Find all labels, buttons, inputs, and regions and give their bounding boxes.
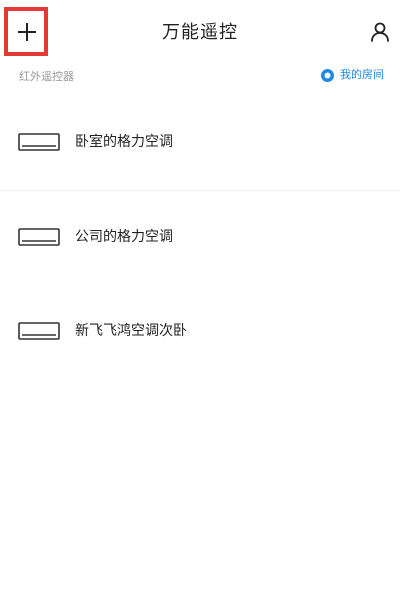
device-item[interactable]: 公司的格力空调 — [0, 191, 400, 285]
my-room-label: 我的房间 — [340, 68, 384, 81]
device-name: 公司的格力空调 — [75, 229, 173, 245]
top-bar: 万能遥控 — [0, 0, 400, 64]
air-conditioner-icon — [18, 228, 60, 246]
room-icon — [320, 68, 335, 83]
device-item[interactable]: 卧室的格力空调 — [0, 96, 400, 190]
air-conditioner-icon — [18, 322, 60, 340]
device-item[interactable]: 新飞飞鸿空调次卧 — [0, 285, 400, 379]
device-name: 新飞飞鸿空调次卧 — [75, 323, 187, 339]
air-conditioner-icon — [18, 133, 60, 151]
my-room-link[interactable]: 我的房间 — [320, 67, 384, 83]
user-profile-button[interactable] — [368, 20, 392, 44]
user-icon — [371, 22, 389, 42]
device-name: 卧室的格力空调 — [75, 134, 173, 150]
section-label: 红外遥控器 — [19, 70, 74, 83]
sub-header: 红外遥控器 我的房间 — [0, 66, 400, 90]
app-screen: 万能遥控 红外遥控器 我的房间 卧室的格力空调 公司的格力空调 新飞飞鸿空调次卧 — [0, 0, 400, 597]
device-list: 卧室的格力空调 公司的格力空调 新飞飞鸿空调次卧 — [0, 96, 400, 379]
page-title: 万能遥控 — [162, 22, 238, 43]
